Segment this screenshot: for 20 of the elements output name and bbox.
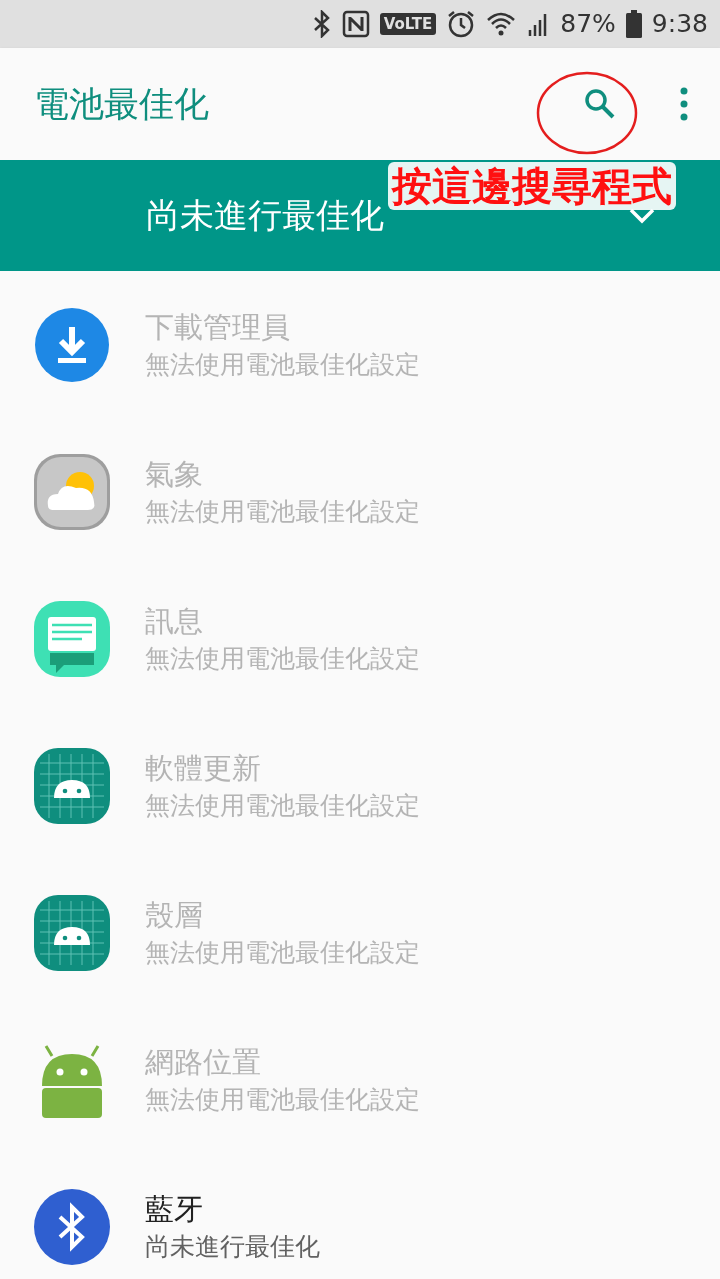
app-name: 下載管理員 <box>145 308 291 346</box>
network-badge: VoLTE <box>379 13 437 35</box>
app-name: 軟體更新 <box>145 749 262 787</box>
app-status: 無法使用電池最佳化設定 <box>145 348 420 381</box>
clock: 9:38 <box>651 8 708 41</box>
app-name: 訊息 <box>145 602 204 640</box>
app-list-item[interactable]: 藍牙 尚未進行最佳化 <box>0 1153 720 1279</box>
app-name: 氣象 <box>145 455 204 493</box>
app-status: 尚未進行最佳化 <box>145 1230 320 1263</box>
app-status: 無法使用電池最佳化設定 <box>145 642 420 675</box>
annotation-text: 按這邊搜尋程式 <box>388 162 676 210</box>
app-status: 無法使用電池最佳化設定 <box>145 1083 420 1116</box>
app-name: 藍牙 <box>145 1190 204 1228</box>
app-status: 無法使用電池最佳化設定 <box>145 936 420 969</box>
app-status: 無法使用電池最佳化設定 <box>145 495 420 528</box>
battery-percentage: 87% <box>560 8 616 41</box>
app-name: 殼層 <box>145 896 204 934</box>
app-status: 無法使用電池最佳化設定 <box>145 789 420 822</box>
page-title: 電池最佳化 <box>34 82 210 126</box>
app-name: 網路位置 <box>145 1043 262 1081</box>
